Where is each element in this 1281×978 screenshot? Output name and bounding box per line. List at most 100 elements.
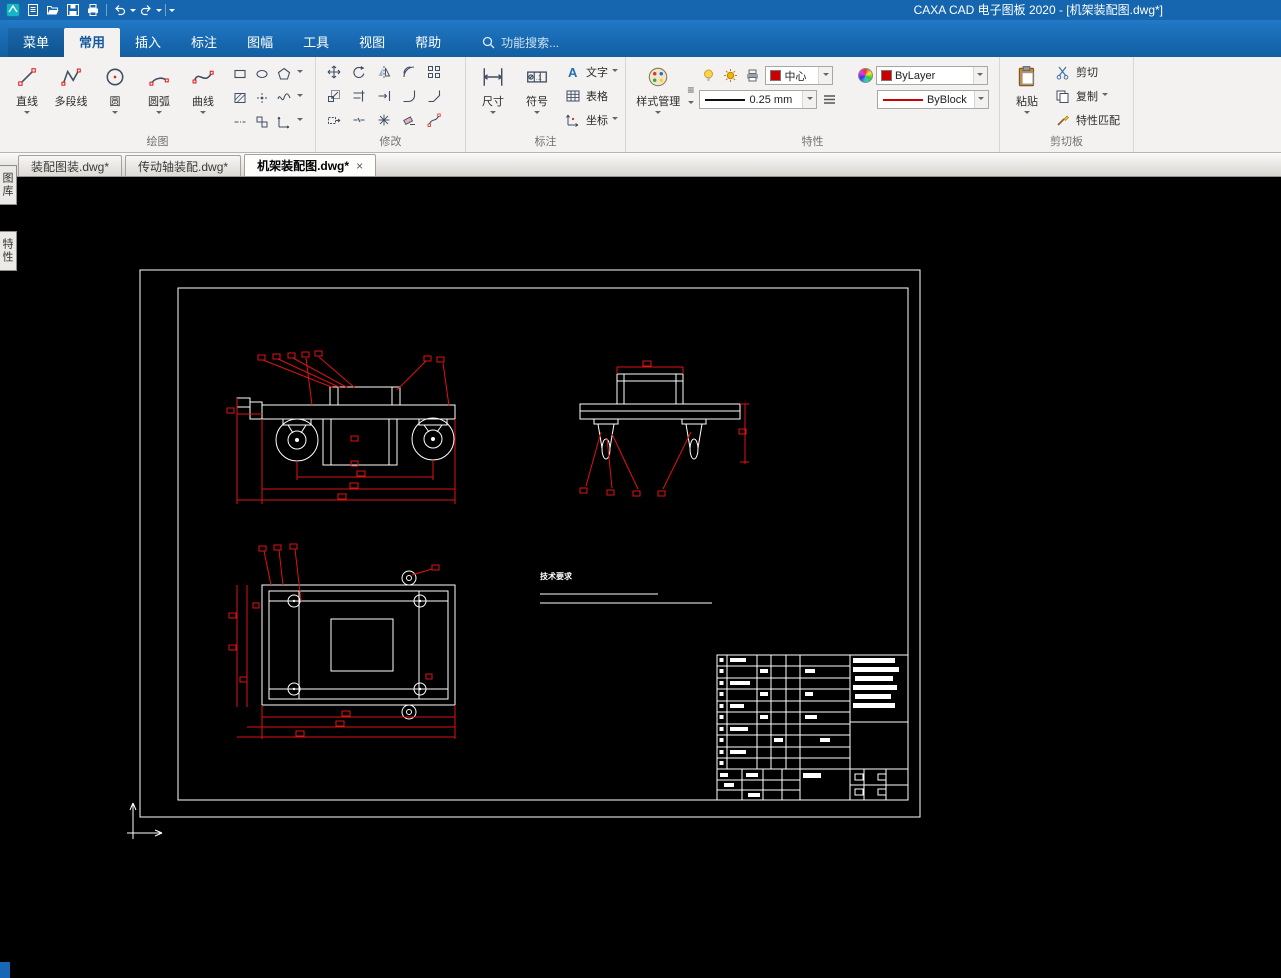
tab-home[interactable]: 常用 (64, 28, 121, 57)
point-icon[interactable] (251, 86, 273, 110)
ellipse-icon[interactable] (251, 62, 273, 86)
color-select[interactable]: ByLayer (875, 66, 988, 85)
symbol-tool[interactable]: .1 符号 (515, 60, 559, 117)
centerline-icon[interactable] (229, 110, 251, 134)
tab-menu[interactable]: 菜单 (8, 28, 65, 57)
cad-drawing[interactable]: 技术要求 (0, 177, 1281, 978)
axis-icon[interactable] (273, 110, 295, 134)
side-tab-library[interactable]: 图库 (0, 165, 17, 205)
coordinate-dropdown-caret[interactable] (612, 117, 618, 123)
layer-bulb-icon[interactable] (699, 66, 718, 85)
spline-dropdown-caret[interactable] (200, 111, 206, 117)
fillet-icon[interactable] (402, 89, 416, 103)
drawing-canvas[interactable]: 技术要求 图库 特性 (0, 165, 1281, 978)
undo-dropdown-caret[interactable] (130, 8, 136, 15)
dimension-dropdown-caret[interactable] (490, 111, 496, 117)
extend-icon[interactable] (377, 89, 391, 103)
tab-help[interactable]: 帮助 (400, 28, 456, 57)
draw-more-caret-3[interactable] (297, 118, 303, 124)
match-properties-tool[interactable]: 特性匹配 (1051, 108, 1122, 132)
layer-printer-icon[interactable] (743, 66, 762, 85)
arc-label: 圆弧 (148, 96, 170, 108)
tab-insert[interactable]: 插入 (120, 28, 176, 57)
linewidth-select[interactable]: 0.25 mm (699, 90, 818, 109)
hatch-icon[interactable] (229, 86, 251, 110)
rotate-icon[interactable] (352, 65, 366, 79)
explode-icon[interactable] (377, 113, 391, 127)
tab-sheet[interactable]: 图幅 (232, 28, 288, 57)
print-icon[interactable] (84, 2, 102, 18)
color-select-caret[interactable] (972, 67, 987, 84)
linewidth-select-caret[interactable] (802, 91, 817, 108)
linewidth-sample (705, 98, 746, 101)
redo-dropdown-caret[interactable] (156, 8, 162, 15)
trim-icon[interactable] (352, 89, 366, 103)
draw-more-caret-2[interactable] (297, 94, 303, 100)
color-wheel-icon[interactable] (857, 68, 873, 83)
scale-icon[interactable] (327, 89, 341, 103)
arc-dropdown-caret[interactable] (156, 111, 162, 117)
rectangle-icon[interactable] (229, 62, 251, 86)
copy-tool[interactable]: 复制 (1051, 84, 1122, 108)
table-tool[interactable]: 表格 (561, 84, 620, 108)
redo-icon[interactable] (137, 2, 155, 18)
undo-icon[interactable] (111, 2, 129, 18)
doc-tab-1[interactable]: 装配图装.dwg* (18, 155, 123, 176)
edit-curve-icon[interactable] (427, 113, 441, 127)
layer-select-caret[interactable] (818, 67, 833, 84)
erase-icon[interactable] (402, 113, 416, 127)
open-file-icon[interactable] (44, 2, 62, 18)
break-icon[interactable] (352, 113, 366, 127)
line-tool[interactable]: 直线 (5, 60, 49, 117)
copy-dropdown-caret[interactable] (1102, 93, 1108, 99)
linewidth-list-icon[interactable] (820, 90, 839, 109)
doc-tab-close-icon[interactable]: × (356, 159, 363, 173)
paste-tool[interactable]: 粘贴 (1005, 60, 1049, 117)
coordinate-tool[interactable]: 坐标 (561, 108, 620, 132)
tab-tools[interactable]: 工具 (288, 28, 344, 57)
draw-more-caret-1[interactable] (297, 70, 303, 76)
doc-tab-3-active[interactable]: 机架装配图.dwg* × (244, 154, 377, 176)
linetype-select-caret[interactable] (973, 91, 988, 108)
symbol-dropdown-caret[interactable] (534, 111, 540, 117)
circle-dropdown-caret[interactable] (112, 111, 118, 117)
properties-more-button[interactable]: ≡ (687, 60, 694, 130)
style-manager-tool[interactable]: 样式管理 (631, 60, 685, 117)
formula-curve-icon[interactable] (273, 86, 295, 110)
move-icon[interactable] (327, 65, 341, 79)
chamfer-icon[interactable] (427, 89, 441, 103)
group-clipboard: 粘贴 剪切 复制 特性匹配 剪切板 (1000, 57, 1134, 152)
tab-view[interactable]: 视图 (344, 28, 400, 57)
layer-select[interactable]: 中心 (765, 66, 834, 85)
array-icon[interactable] (427, 65, 441, 79)
paste-dropdown-caret[interactable] (1024, 111, 1030, 117)
polygon-icon[interactable] (273, 62, 295, 86)
mirror-icon[interactable] (377, 65, 391, 79)
corner-accent (0, 962, 10, 978)
dimension-tool[interactable]: 尺寸 (471, 60, 515, 117)
customize-toolbar-caret[interactable] (169, 8, 175, 15)
cut-tool[interactable]: 剪切 (1051, 60, 1122, 84)
function-search[interactable]: 功能搜索... (482, 28, 559, 57)
block-icon[interactable] (251, 110, 273, 134)
doc-tab-2[interactable]: 传动轴装配.dwg* (125, 155, 242, 176)
app-logo-icon[interactable] (4, 2, 22, 18)
polyline-icon (58, 64, 84, 90)
circle-tool[interactable]: 圆 (93, 60, 137, 117)
line-dropdown-caret[interactable] (24, 111, 30, 117)
save-icon[interactable] (64, 2, 82, 18)
stretch-icon[interactable] (327, 113, 341, 127)
text-dropdown-caret[interactable] (612, 69, 618, 75)
offset-icon[interactable] (402, 65, 416, 79)
arc-tool[interactable]: 圆弧 (137, 60, 181, 117)
text-tool[interactable]: A 文字 (561, 60, 620, 84)
toolbar-separator (165, 4, 166, 16)
new-file-icon[interactable] (24, 2, 42, 18)
polyline-tool[interactable]: 多段线 (49, 60, 93, 109)
style-manager-caret[interactable] (655, 111, 662, 117)
tab-annotate[interactable]: 标注 (176, 28, 232, 57)
layer-brightness-icon[interactable] (721, 66, 740, 85)
side-tab-properties[interactable]: 特性 (0, 231, 17, 271)
linetype-select[interactable]: ByBlock (876, 90, 989, 109)
spline-tool[interactable]: 曲线 (181, 60, 225, 117)
